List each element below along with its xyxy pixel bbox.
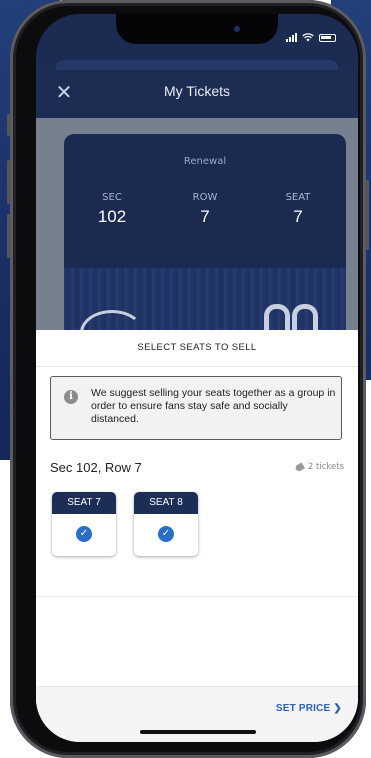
safety-notice: i We suggest selling your seats together… bbox=[50, 376, 342, 440]
tickets-carousel: Renewal SEC 102 ROW 7 SEAT 7 bbox=[36, 118, 358, 344]
checkmark-icon: ✓ bbox=[158, 526, 174, 542]
row-label: ROW bbox=[192, 192, 218, 203]
seat-value: 7 bbox=[293, 207, 303, 226]
page-title: My Tickets bbox=[163, 83, 231, 99]
stacked-sheet-edge bbox=[56, 60, 338, 70]
seat-label: SEAT bbox=[285, 192, 311, 203]
home-indicator[interactable] bbox=[140, 730, 256, 734]
tickets-count-text: 2 tickets bbox=[307, 462, 344, 472]
ticket-seat: SEAT 7 bbox=[258, 192, 338, 227]
ticket-tag-icon bbox=[294, 462, 305, 473]
ticket-sec: SEC 102 bbox=[72, 192, 152, 227]
mute-switch bbox=[7, 114, 11, 136]
phone-frame: ✕ My Tickets Renewal SEC 102 ROW 7 SEAT … bbox=[7, 0, 369, 758]
seat-option-8[interactable]: SEAT 8 ✓ bbox=[134, 492, 198, 556]
sec-label: SEC bbox=[102, 192, 122, 203]
power-button bbox=[365, 180, 369, 250]
battery-icon bbox=[319, 33, 336, 42]
sell-sheet: SELECT SEATS TO SELL i We suggest sellin… bbox=[36, 330, 358, 742]
status-bar bbox=[36, 14, 358, 66]
sheet-title: SELECT SEATS TO SELL bbox=[137, 342, 257, 353]
checkmark-icon: ✓ bbox=[76, 526, 92, 542]
ticket-label: Renewal bbox=[183, 156, 227, 167]
seat-option-label: SEAT 8 bbox=[134, 492, 198, 514]
status-icons bbox=[286, 33, 336, 42]
app-header: ✕ My Tickets bbox=[36, 60, 358, 118]
notch bbox=[116, 14, 278, 44]
divider bbox=[36, 596, 358, 597]
section-row-label: Sec 102, Row 7 bbox=[50, 460, 142, 475]
sec-value: 102 bbox=[97, 207, 127, 226]
wifi-icon bbox=[302, 33, 314, 42]
seat-option-7[interactable]: SEAT 7 ✓ bbox=[52, 492, 116, 556]
volume-up-button bbox=[7, 160, 11, 204]
tickets-count: 2 tickets bbox=[295, 462, 344, 472]
volume-down-button bbox=[7, 214, 11, 258]
notice-text: We suggest selling your seats together a… bbox=[91, 387, 336, 425]
ticket-card[interactable]: Renewal SEC 102 ROW 7 SEAT 7 bbox=[64, 134, 346, 344]
seat-option-label: SEAT 7 bbox=[52, 492, 116, 514]
phone-screen: ✕ My Tickets Renewal SEC 102 ROW 7 SEAT … bbox=[36, 14, 358, 742]
signal-icon bbox=[286, 33, 297, 42]
set-price-button[interactable]: SET PRICE ❯ bbox=[276, 703, 342, 714]
info-icon: i bbox=[64, 390, 78, 404]
row-value: 7 bbox=[200, 207, 210, 226]
camera-dot bbox=[234, 26, 240, 32]
ticket-row: ROW 7 bbox=[165, 192, 245, 227]
divider bbox=[36, 366, 358, 367]
